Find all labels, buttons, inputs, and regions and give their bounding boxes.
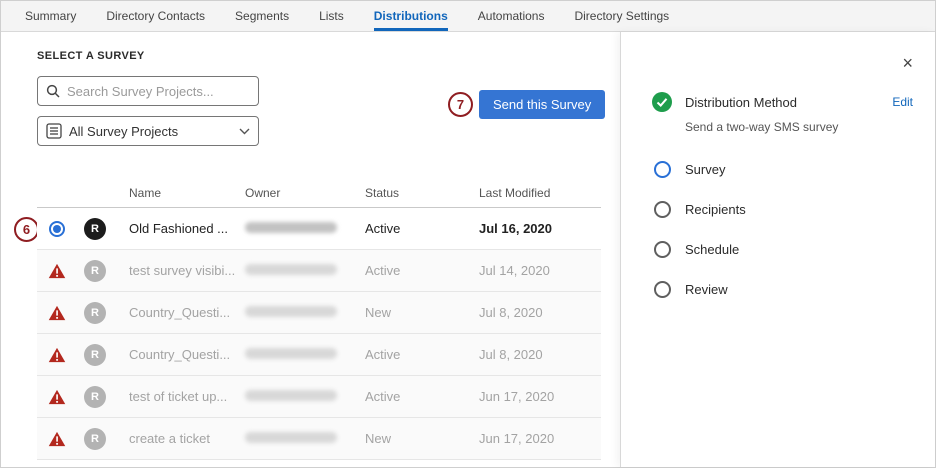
radio-empty-icon (652, 201, 672, 218)
owner-redacted-bar (245, 348, 337, 359)
send-this-survey-button[interactable]: Send this Survey (479, 90, 605, 119)
project-filter-value: All Survey Projects (69, 124, 239, 139)
distribution-steps-panel: × Distribution Method Edit Send a two-wa… (620, 32, 935, 467)
directory-tab-bar: Summary Directory Contacts Segments List… (1, 1, 935, 32)
col-header-owner: Owner (245, 186, 365, 200)
warning-icon (48, 305, 66, 321)
step-label: Recipients (685, 202, 913, 217)
close-icon[interactable]: × (902, 54, 913, 72)
col-header-name: Name (113, 186, 245, 200)
survey-avatar: R (84, 344, 106, 366)
step-label: Distribution Method (685, 95, 892, 110)
survey-selection-area: SELECT A SURVEY All Survey Projects 7 Se… (1, 32, 622, 467)
radio-current-icon (652, 161, 672, 178)
table-row[interactable]: R create a ticket New Jun 17, 2020 (37, 418, 601, 460)
owner-redacted-bar (245, 432, 337, 443)
check-circle-icon (652, 92, 672, 112)
step-subtitle: Send a two-way SMS survey (685, 120, 838, 134)
chevron-down-icon (239, 128, 250, 135)
section-title: SELECT A SURVEY (37, 50, 145, 62)
survey-avatar: R (84, 260, 106, 282)
col-header-last-modified: Last Modified (479, 186, 601, 200)
survey-table: Name Owner Status Last Modified R Old Fa… (37, 178, 601, 460)
radio-empty-icon (652, 281, 672, 298)
survey-name: test survey visibi... (113, 263, 245, 278)
annotation-step-6: 6 (14, 217, 39, 242)
tab-distributions[interactable]: Distributions (374, 1, 448, 31)
survey-last-modified: Jul 8, 2020 (479, 305, 601, 320)
survey-avatar: R (84, 218, 106, 240)
project-filter-dropdown[interactable]: All Survey Projects (37, 116, 259, 146)
tab-automations[interactable]: Automations (478, 1, 545, 31)
radio-empty-icon (652, 241, 672, 258)
step-distribution-method: Distribution Method Edit (652, 92, 913, 112)
survey-status: New (365, 305, 479, 320)
survey-last-modified: Jun 17, 2020 (479, 431, 601, 446)
step-label: Schedule (685, 242, 913, 257)
step-review[interactable]: Review (652, 281, 913, 298)
step-recipients[interactable]: Recipients (652, 201, 913, 218)
col-header-status: Status (365, 186, 479, 200)
warning-icon (48, 347, 66, 363)
warning-icon (48, 431, 66, 447)
survey-name: Old Fashioned ... (113, 221, 245, 236)
search-icon (46, 84, 60, 98)
step-label: Review (685, 282, 913, 297)
survey-status: Active (365, 389, 479, 404)
survey-last-modified: Jul 8, 2020 (479, 347, 601, 362)
survey-last-modified: Jul 16, 2020 (479, 221, 601, 236)
annotation-step-7: 7 (448, 92, 473, 117)
owner-redacted-bar (245, 306, 337, 317)
tab-directory-settings[interactable]: Directory Settings (574, 1, 669, 31)
table-row[interactable]: R Country_Questi... Active Jul 8, 2020 (37, 334, 601, 376)
survey-avatar: R (84, 428, 106, 450)
table-row[interactable]: R test survey visibi... Active Jul 14, 2… (37, 250, 601, 292)
survey-name: Country_Questi... (113, 347, 245, 362)
list-filter-icon (46, 123, 62, 139)
survey-avatar: R (84, 386, 106, 408)
tab-lists[interactable]: Lists (319, 1, 344, 31)
edit-link[interactable]: Edit (892, 95, 913, 109)
survey-status: Active (365, 347, 479, 362)
warning-icon (48, 263, 66, 279)
table-header: Name Owner Status Last Modified (37, 178, 601, 208)
owner-redacted-bar (245, 222, 337, 233)
tab-summary[interactable]: Summary (25, 1, 76, 31)
survey-status: New (365, 431, 479, 446)
step-schedule[interactable]: Schedule (652, 241, 913, 258)
survey-search-box (37, 76, 259, 106)
warning-icon (48, 389, 66, 405)
table-row[interactable]: R Country_Questi... New Jul 8, 2020 (37, 292, 601, 334)
table-row[interactable]: R test of ticket up... Active Jun 17, 20… (37, 376, 601, 418)
owner-redacted-bar (245, 264, 337, 275)
survey-status: Active (365, 263, 479, 278)
survey-name: create a ticket (113, 431, 245, 446)
step-survey[interactable]: Survey (652, 161, 913, 178)
owner-redacted-bar (245, 390, 337, 401)
survey-last-modified: Jun 17, 2020 (479, 389, 601, 404)
survey-name: Country_Questi... (113, 305, 245, 320)
survey-last-modified: Jul 14, 2020 (479, 263, 601, 278)
table-row[interactable]: R Old Fashioned ... Active Jul 16, 2020 (37, 208, 601, 250)
survey-name: test of ticket up... (113, 389, 245, 404)
search-input[interactable] (67, 84, 250, 99)
survey-status: Active (365, 221, 479, 236)
tab-segments[interactable]: Segments (235, 1, 289, 31)
step-label: Survey (685, 162, 913, 177)
radio-selected-icon[interactable] (49, 221, 65, 237)
survey-avatar: R (84, 302, 106, 324)
tab-directory-contacts[interactable]: Directory Contacts (106, 1, 205, 31)
